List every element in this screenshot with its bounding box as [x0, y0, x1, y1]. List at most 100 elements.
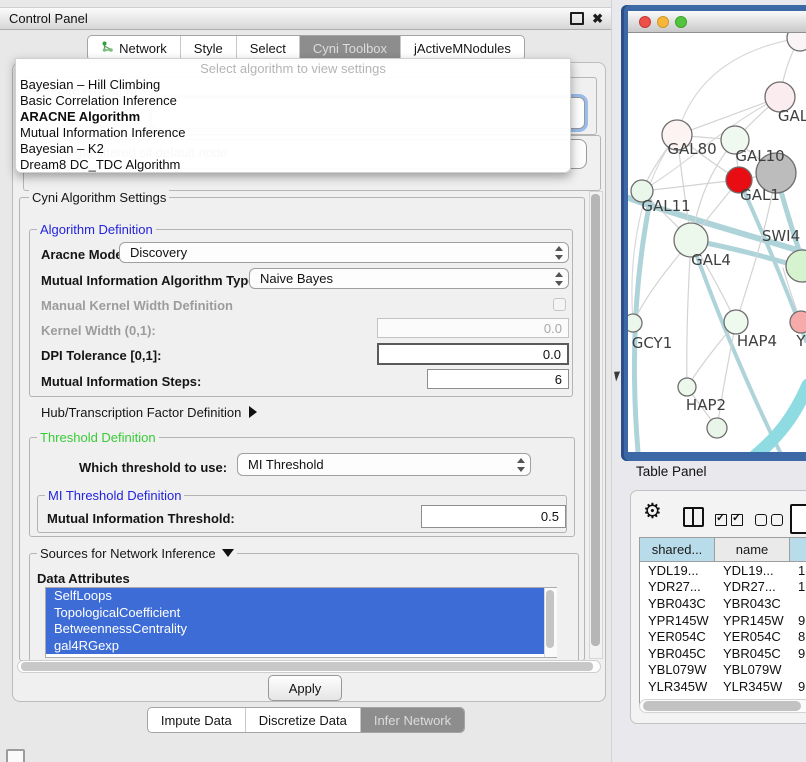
mi-threshold-value: 0.5: [541, 509, 559, 524]
algorithm-option-aracne-algorithm[interactable]: ARACNE Algorithm: [16, 109, 570, 125]
tab-jactivemnodules[interactable]: jActiveMNodules: [400, 36, 524, 60]
settings-vscrollbar-thumb[interactable]: [591, 194, 600, 646]
table-cell: YPR145W: [640, 613, 715, 628]
table-row[interactable]: YDL19...YDL19...13: [640, 562, 806, 579]
node-pink-a-label: GAL: [778, 107, 806, 125]
attribute-item-selfloops[interactable]: SelfLoops: [46, 588, 556, 605]
table-row[interactable]: YER054CYER054C8.: [640, 628, 806, 645]
mi-threshold-field[interactable]: 0.5: [421, 505, 566, 528]
hub-expander[interactable]: Hub/Transcription Factor Definition: [41, 405, 257, 420]
node-hap4[interactable]: [724, 310, 748, 334]
table-row[interactable]: YBR043CYBR043C: [640, 595, 806, 612]
mi-type-combobox[interactable]: Naive Bayes: [249, 268, 569, 289]
column-header-name[interactable]: name: [715, 538, 790, 562]
table-cell: YDR27...: [715, 579, 790, 594]
network-canvas[interactable]: GALGAL80GAL10GAL1GAL11GAL4SWI4GCY1HAP4YH…: [628, 33, 806, 452]
stepper-arrows-icon: [554, 246, 563, 260]
apply-button[interactable]: Apply: [268, 675, 342, 701]
table-cell: YBR045C: [715, 646, 790, 661]
network-window-titlebar[interactable]: [628, 11, 806, 33]
manual-kernel-checkbox[interactable]: [553, 298, 566, 311]
columns-icon[interactable]: [683, 507, 704, 527]
deselect-all-checks-icon[interactable]: [755, 513, 787, 531]
float-window-icon[interactable]: [570, 12, 584, 25]
table-cell: YER054C: [640, 629, 715, 644]
data-attributes-list[interactable]: SelfLoopsTopologicalCoefficientBetweenne…: [45, 587, 557, 658]
attribute-item-topologicalcoefficient[interactable]: TopologicalCoefficient: [46, 605, 556, 622]
node-gal80-label: GAL80: [667, 140, 716, 158]
tab-label: Discretize Data: [259, 713, 347, 728]
table-row[interactable]: YLR345WYLR345W9.: [640, 678, 806, 695]
settings-hscrollbar-thumb[interactable]: [21, 662, 593, 671]
node-hap2[interactable]: [678, 378, 696, 396]
algorithm-option-mutual-information-inference[interactable]: Mutual Information Inference: [16, 125, 570, 141]
mi-threshold-label: Mutual Information Threshold:: [47, 511, 235, 526]
node-gal4-label: GAL4: [691, 251, 731, 269]
attribute-item-betweennesscentrality[interactable]: BetweennessCentrality: [46, 621, 556, 638]
attribute-item-gal4rgexp[interactable]: gal4RGexp: [46, 638, 556, 655]
attributes-scrollbar-thumb[interactable]: [546, 590, 554, 648]
hub-expander-label: Hub/Transcription Factor Definition: [41, 405, 241, 420]
algorithm-option-bayesian-k2[interactable]: Bayesian – K2: [16, 141, 570, 157]
table-cell: YPR145W: [715, 613, 790, 628]
bottom-tab-discretize-data[interactable]: Discretize Data: [245, 708, 360, 732]
node-pink-b[interactable]: [790, 311, 806, 333]
tab-cyni-toolbox[interactable]: Cyni Toolbox: [299, 36, 400, 60]
stepper-arrows-icon: [554, 272, 563, 286]
tab-label: Style: [194, 41, 223, 56]
table-row[interactable]: YBR045CYBR045C9.: [640, 645, 806, 662]
mi-steps-field[interactable]: 6: [427, 369, 569, 389]
node-bottom[interactable]: [707, 418, 727, 438]
bottom-tab-infer-network[interactable]: Infer Network: [360, 708, 464, 732]
node-top[interactable]: [787, 33, 806, 51]
kernel-width-value: 0.0: [544, 321, 562, 336]
close-icon[interactable]: ✖: [592, 12, 603, 25]
table-header-row: shared...nameA: [640, 538, 806, 562]
minimize-traffic-light-icon[interactable]: [657, 16, 669, 28]
tab-select[interactable]: Select: [236, 36, 299, 60]
node-swi4-label: SWI4: [762, 227, 800, 245]
table-cell: 12: [790, 579, 806, 594]
tab-label: Select: [250, 41, 286, 56]
table-cell: 9.: [790, 646, 806, 661]
table-hscrollbar-thumb[interactable]: [643, 701, 801, 711]
which-threshold-value: MI Threshold: [248, 457, 324, 472]
data-attributes-label: Data Attributes: [37, 571, 130, 586]
panel-splitter[interactable]: [611, 0, 612, 762]
bottom-tab-impute-data[interactable]: Impute Data: [148, 708, 245, 732]
mi-threshold-group-title: MI Threshold Definition: [45, 488, 184, 503]
which-threshold-combobox[interactable]: MI Threshold: [237, 453, 531, 476]
algorithm-option-bayesian-hill-climbing[interactable]: Bayesian – Hill Climbing: [16, 77, 570, 93]
table-row[interactable]: YDR27...YDR27...12: [640, 579, 806, 596]
table-row[interactable]: YPR145WYPR145W9.: [640, 612, 806, 629]
tab-style[interactable]: Style: [180, 36, 236, 60]
tab-network[interactable]: Network: [88, 36, 180, 60]
column-header-shared[interactable]: shared...: [640, 538, 715, 562]
gear-icon[interactable]: ⚙: [643, 499, 662, 524]
zoom-traffic-light-icon[interactable]: [675, 16, 687, 28]
table-cell: 8.: [790, 629, 806, 644]
tab-label: Network: [119, 41, 167, 56]
control-panel-titlebar: Control Panel ✖: [0, 7, 612, 30]
node-swi4[interactable]: [786, 250, 806, 282]
network-icon: [101, 40, 114, 56]
aracne-mode-combobox[interactable]: Discovery: [119, 242, 569, 263]
select-all-checks-icon[interactable]: [715, 513, 747, 531]
aracne-mode-label: Aracne Mode:: [41, 247, 127, 262]
sources-group-title[interactable]: Sources for Network Inference: [37, 546, 237, 561]
threshold-definition-title: Threshold Definition: [37, 430, 159, 445]
cyni-toolbox-panel: Inference Algorithm gal-filtered sif def…: [12, 62, 606, 702]
algorithm-option-basic-correlation-inference[interactable]: Basic Correlation Inference: [16, 93, 570, 109]
node-gcy1[interactable]: [628, 314, 642, 332]
mi-steps-label: Mutual Information Steps:: [41, 374, 201, 389]
algorithm-option-dream8-dc-tdc-algorithm[interactable]: Dream8 DC_TDC Algorithm: [16, 157, 570, 173]
column-header-a[interactable]: A: [790, 538, 806, 562]
table-panel-title: Table Panel: [636, 464, 707, 479]
node-pink-b-label: Y: [795, 332, 806, 350]
node-table[interactable]: shared...nameA YDL19...YDL19...13YDR27..…: [639, 537, 806, 705]
document-icon[interactable]: [790, 504, 806, 534]
table-row[interactable]: YBL079WYBL079W: [640, 662, 806, 679]
dpi-tolerance-field[interactable]: 0.0: [377, 343, 569, 365]
close-traffic-light-icon[interactable]: [639, 16, 651, 28]
table-cell: YDR27...: [640, 579, 715, 594]
